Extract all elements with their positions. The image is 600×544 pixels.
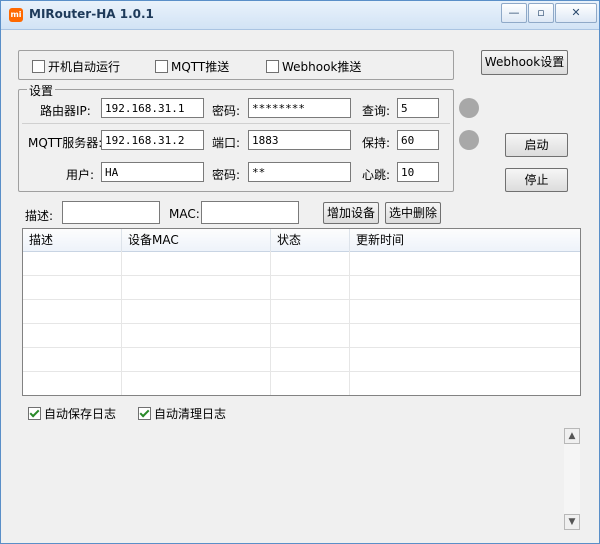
- query-interval-input[interactable]: [397, 98, 439, 118]
- close-button[interactable]: ✕: [555, 3, 597, 23]
- column-divider: [270, 251, 271, 395]
- router-password-input[interactable]: [248, 98, 351, 118]
- mqtt-push-checkbox-box[interactable]: [155, 60, 168, 73]
- keepalive-input[interactable]: [397, 130, 439, 150]
- column-header-updated[interactable]: 更新时间: [350, 229, 580, 251]
- column-divider: [121, 251, 122, 395]
- settings-divider: [22, 123, 450, 124]
- auto-save-log-checkbox[interactable]: 自动保存日志: [28, 405, 116, 422]
- autostart-label: 开机自动运行: [48, 60, 121, 74]
- router-ip-label: 路由器IP:: [40, 104, 91, 118]
- column-divider: [349, 251, 350, 395]
- maximize-button[interactable]: ▫: [528, 3, 554, 23]
- auto-save-log-label: 自动保存日志: [44, 407, 117, 421]
- scroll-up-arrow-icon[interactable]: ▲: [564, 428, 580, 444]
- mqtt-server-label: MQTT服务器:: [28, 136, 103, 150]
- autostart-checkbox-box[interactable]: [32, 60, 45, 73]
- query-interval-label: 查询:: [362, 104, 391, 118]
- main-window: mi MIRouter-HA 1.0.1 — ▫ ✕ 开机自动运行 MQTT推送…: [0, 0, 600, 544]
- table-row[interactable]: [23, 323, 580, 348]
- router-ip-input[interactable]: [101, 98, 204, 118]
- add-device-button[interactable]: 增加设备: [323, 202, 379, 224]
- device-mac-label: MAC:: [169, 207, 200, 221]
- mqtt-server-input[interactable]: [101, 130, 204, 150]
- mqtt-push-label: MQTT推送: [171, 60, 230, 74]
- autostart-checkbox[interactable]: 开机自动运行: [32, 58, 120, 75]
- table-row[interactable]: [23, 251, 580, 276]
- mqtt-push-checkbox[interactable]: MQTT推送: [155, 58, 229, 75]
- mqtt-user-label: 用户:: [66, 168, 95, 182]
- router-password-label: 密码:: [212, 104, 241, 118]
- window-title: MIRouter-HA 1.0.1: [29, 7, 154, 21]
- webhook-push-label: Webhook推送: [282, 60, 362, 74]
- app-logo-icon: mi: [9, 8, 23, 22]
- stop-button[interactable]: 停止: [505, 168, 568, 192]
- column-header-description[interactable]: 描述: [23, 229, 122, 251]
- start-button[interactable]: 启动: [505, 133, 568, 157]
- table-row[interactable]: [23, 371, 580, 395]
- mqtt-password-input[interactable]: [248, 162, 351, 182]
- webhook-settings-button[interactable]: Webhook设置: [481, 50, 568, 75]
- heartbeat-label: 心跳:: [362, 168, 391, 182]
- minimize-button[interactable]: —: [501, 3, 527, 23]
- table-row[interactable]: [23, 299, 580, 324]
- scroll-down-arrow-icon[interactable]: ▼: [564, 514, 580, 530]
- router-status-indicator: [459, 98, 479, 118]
- keepalive-label: 保持:: [362, 136, 391, 150]
- auto-clean-log-checkbox[interactable]: 自动清理日志: [138, 405, 226, 422]
- heartbeat-input[interactable]: [397, 162, 439, 182]
- column-header-mac[interactable]: 设备MAC: [122, 229, 271, 251]
- auto-clean-log-label: 自动清理日志: [154, 407, 227, 421]
- device-desc-label: 描述:: [25, 209, 54, 223]
- table-row[interactable]: [23, 347, 580, 372]
- mqtt-port-label: 端口:: [212, 136, 241, 150]
- log-scrollbar[interactable]: ▲ ▼: [564, 428, 580, 530]
- webhook-push-checkbox-box[interactable]: [266, 60, 279, 73]
- mqtt-password-label: 密码:: [212, 168, 241, 182]
- column-header-status[interactable]: 状态: [271, 229, 350, 251]
- auto-clean-log-checkbox-box[interactable]: [138, 407, 151, 420]
- device-mac-input[interactable]: [201, 201, 299, 224]
- settings-legend: 设置: [27, 82, 56, 99]
- log-text-area[interactable]: [22, 427, 581, 531]
- device-desc-input[interactable]: [62, 201, 160, 224]
- mqtt-user-input[interactable]: [101, 162, 204, 182]
- mqtt-port-input[interactable]: [248, 130, 351, 150]
- delete-selected-button[interactable]: 选中删除: [385, 202, 441, 224]
- webhook-push-checkbox[interactable]: Webhook推送: [266, 58, 361, 75]
- title-bar[interactable]: mi MIRouter-HA 1.0.1 — ▫ ✕: [1, 1, 599, 30]
- mqtt-status-indicator: [459, 130, 479, 150]
- device-table[interactable]: 描述 设备MAC 状态 更新时间: [22, 228, 581, 396]
- table-row[interactable]: [23, 275, 580, 300]
- auto-save-log-checkbox-box[interactable]: [28, 407, 41, 420]
- device-table-header: 描述 设备MAC 状态 更新时间: [23, 229, 580, 252]
